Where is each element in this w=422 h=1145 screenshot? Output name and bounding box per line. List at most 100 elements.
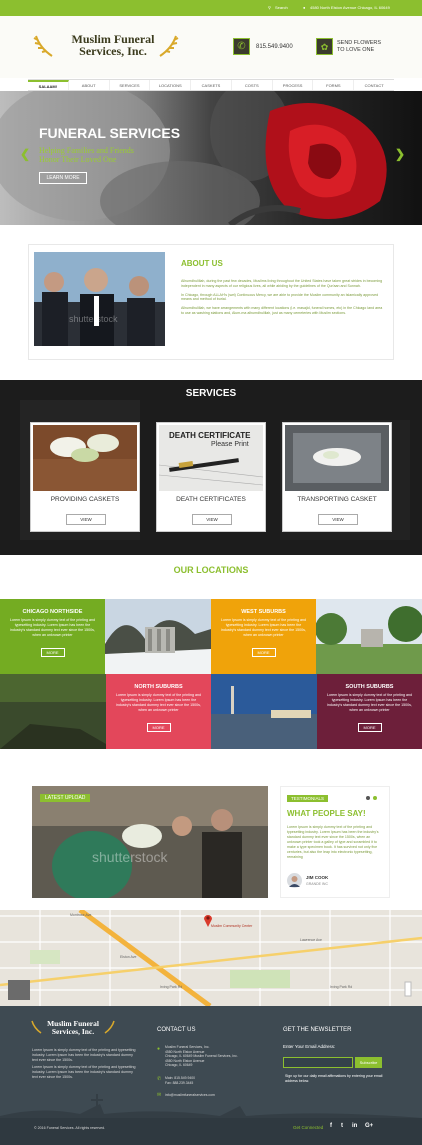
more-button-north-suburbs[interactable]: MORE	[146, 723, 171, 732]
service-card-certificates: DEATH CERTIFICATE Please Print DEATH CER…	[156, 422, 266, 532]
footer-address: Muslim Funeral Services, Inc. 4580 North…	[165, 1045, 265, 1068]
hero-subtitle-line1: Helping Families and Friends	[39, 146, 134, 155]
header: Muslim Funeral Services, Inc. ✆ 815.549.…	[0, 16, 422, 78]
footer-newsletter-heading: GET THE NEWSLETTER	[283, 1027, 352, 1033]
top-bar: ⚲ Search ● 4580 North Elston Avenue Chic…	[0, 0, 422, 16]
learn-more-button[interactable]: LEARN MORE	[39, 172, 87, 184]
nav-item-costs[interactable]: COSTS	[232, 80, 273, 90]
footer-email-label: Enter Your Email Address:	[283, 1044, 336, 1049]
top-address: 4580 North Elston Avenue Chicago, IL 606…	[310, 5, 390, 10]
about-paragraph-3: Alhumdhulillah, we have arrangements wit…	[181, 306, 383, 315]
newsletter-email-input[interactable]	[283, 1057, 353, 1068]
social-googleplus-icon[interactable]: G+	[365, 1123, 373, 1129]
footer-email[interactable]: info@muslimfuneralservices.com	[165, 1093, 215, 1098]
location-card-west-suburbs: WEST SUBURBS Lorem Ipsum is simply dummy…	[211, 599, 316, 674]
svg-text:shutterstock: shutterstock	[69, 314, 118, 324]
nav-item-services[interactable]: SERVICES	[110, 80, 151, 90]
map-street-lawrence: Lawrence Ave	[300, 938, 322, 942]
service-title-certificates: DEATH CERTIFICATES	[176, 496, 246, 503]
map-street-montrose: Montrose Ave	[70, 913, 92, 917]
send-flowers-link[interactable]: SEND FLOWERS TO LOVE ONE	[337, 40, 381, 54]
search-icon[interactable]: ⚲	[268, 5, 271, 10]
testimonial-avatar	[287, 873, 302, 888]
hero-prev-arrow[interactable]: ❮	[20, 147, 30, 161]
footer-contact-heading: CONTACT US	[157, 1027, 196, 1033]
latest-upload-image: shutterstock	[32, 786, 268, 898]
nav-item-caskets[interactable]: CASKETS	[191, 80, 232, 90]
hero-next-arrow[interactable]: ❯	[395, 147, 405, 161]
svg-text:shutterstock: shutterstock	[92, 849, 168, 865]
nav-item-process[interactable]: PROCESS	[273, 80, 314, 90]
testimonial-badge: TESTIMONIALS	[287, 795, 329, 802]
about-paragraph-2: In Chicago, through ALLAH's (swt) Contin…	[181, 292, 379, 302]
footer-logo-line2: Services, Inc.	[51, 1027, 95, 1036]
search-link[interactable]: Search	[275, 5, 288, 10]
nav-item-locations[interactable]: LOCATIONS	[150, 80, 192, 90]
nav-item-forms[interactable]: FORMS	[313, 80, 355, 90]
logo[interactable]: Muslim Funeral Services, Inc.	[52, 33, 174, 57]
footer-get-connected: Get Connected	[293, 1125, 324, 1130]
footer-main-phone-label: Main:	[165, 1076, 174, 1080]
footer-main-phone[interactable]: 815.549.9400	[174, 1076, 195, 1080]
more-button-chicago-northside[interactable]: MORE	[40, 648, 65, 657]
header-phone[interactable]: 815.549.9400	[256, 44, 293, 50]
testimonial-dot-2[interactable]	[373, 796, 377, 800]
view-caskets-button[interactable]: VIEW	[66, 514, 106, 525]
about-section: shutterstock ABOUT US Alhumdhulillah, du…	[28, 244, 394, 360]
footer-about-text-1: Lorem Ipsum is simply dummy text of the …	[32, 1048, 136, 1062]
location-pin-icon: ●	[303, 5, 306, 10]
subscribe-button[interactable]: Subscribe	[355, 1057, 382, 1068]
footer-bottom-bar	[0, 1118, 422, 1145]
wheat-right-icon	[159, 35, 179, 57]
map-street-irving-park-2: Irving Park Rd	[330, 985, 353, 989]
social-twitter-icon[interactable]: t	[341, 1123, 343, 1129]
nav-item-about[interactable]: ABOUT	[69, 80, 110, 90]
send-flowers-line1: SEND FLOWERS	[337, 40, 382, 46]
testimonial-dot-1[interactable]	[366, 796, 370, 800]
phone-icon: ✆	[233, 38, 250, 55]
certificate-text-line1: DEATH CERTIFICATE	[169, 431, 251, 440]
footer-fax-label: Fax:	[165, 1080, 172, 1085]
map-street-elston: Elston Ave	[120, 955, 137, 959]
service-card-transport: TRANSPORTING CASKET VIEW	[282, 422, 392, 532]
more-button-south-suburbs[interactable]: MORE	[357, 723, 382, 732]
view-certificates-button[interactable]: VIEW	[192, 514, 232, 525]
wheat-left-icon	[33, 35, 53, 57]
view-transport-button[interactable]: VIEW	[318, 514, 358, 525]
hero-title: FUNERAL SERVICES	[39, 125, 181, 141]
send-flowers-line2: TO LOVE ONE	[337, 47, 375, 53]
footer-about-text-2: Lorem Ipsum is simply dummy text of the …	[32, 1065, 136, 1079]
service-title-caskets: PROVIDING CASKETS	[50, 496, 120, 503]
map-marker-label: Muslim Community Center	[211, 924, 253, 928]
footer-address-icon: ●	[157, 1046, 161, 1052]
nav-item-salaam[interactable]: SALAAM!	[28, 80, 69, 90]
testimonial-heading: WHAT PEOPLE SAY!	[287, 809, 366, 818]
location-photo-3-wrap	[0, 674, 106, 749]
location-card-south-suburbs: SOUTH SUBURBS Lorem Ipsum is simply dumm…	[317, 674, 422, 749]
footer-phones: Main: 815.549.9400 Fax: 888.239.3445	[165, 1076, 195, 1085]
location-photo-3	[0, 674, 106, 749]
location-card-north-suburbs: NORTH SUBURBS Lorem Ipsum is simply dumm…	[106, 674, 211, 749]
footer-fax: 888.239.3445	[172, 1080, 194, 1085]
locations-heading: OUR LOCATIONS	[173, 565, 249, 575]
hero-subtitle: Helping Families and Friends Honor Their…	[39, 146, 134, 164]
footer-address-line-5: Chicago, IL 60649	[165, 1063, 193, 1068]
testimonial-name: JIM COOK	[306, 875, 329, 880]
hero-subtitle-line2: Honor Their Loved One	[39, 155, 117, 164]
nav-item-contact[interactable]: CONTACT	[354, 80, 394, 90]
footer: Muslim Funeral Services, Inc. Lorem Ipsu…	[0, 1006, 422, 1145]
social-linkedin-icon[interactable]: in	[352, 1123, 357, 1129]
caskets-image	[33, 425, 137, 491]
more-button-west-suburbs[interactable]: MORE	[251, 648, 276, 657]
location-card-chicago-northside: CHICAGO NORTHSIDE Lorem Ipsum is simply …	[0, 599, 105, 674]
location-text-chicago-northside: Lorem Ipsum is simply dummy text of the …	[9, 618, 96, 637]
certificate-text-line2: Please Print	[211, 441, 249, 448]
location-text-north-suburbs: Lorem Ipsum is simply dummy text of the …	[115, 693, 202, 712]
logo-line2: Services, Inc.	[79, 44, 147, 58]
footer-wheat-right-icon	[104, 1020, 115, 1034]
social-facebook-icon[interactable]: f	[330, 1123, 332, 1129]
about-heading: ABOUT US	[181, 259, 223, 268]
about-text: Alhumdhulillah, during the past few deca…	[181, 279, 386, 316]
location-text-south-suburbs: Lorem Ipsum is simply dummy text of the …	[326, 693, 413, 712]
footer-logo[interactable]: Muslim Funeral Services, Inc.	[38, 1020, 108, 1036]
